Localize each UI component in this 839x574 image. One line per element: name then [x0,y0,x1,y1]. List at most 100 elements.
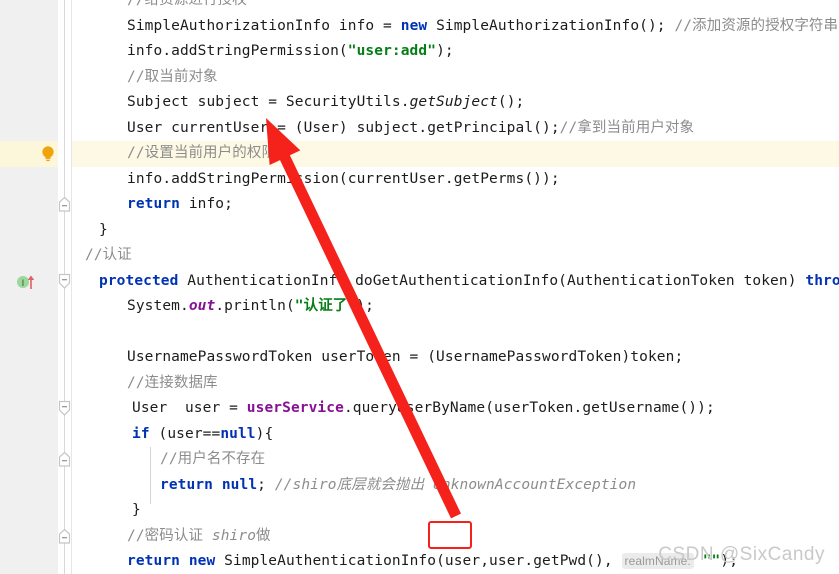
code-token-cmt: //连接数据库 [127,374,218,391]
line-number [0,345,4,371]
code-text-area[interactable]: //给资源进行授权 SimpleAuthorizationInfo info = … [71,0,839,574]
line-number [0,269,4,295]
code-token-plain: User currentUser = (User) subject.getPri… [127,119,560,136]
code-token-kw: null [220,425,256,442]
code-token-plain: (); [497,94,525,110]
code-line[interactable]: //认证 [85,243,132,269]
code-token-kw: new [400,17,428,34]
code-token-plain: SimpleAuthorizationInfo info = [127,17,401,34]
csdn-watermark: CSDN @SixCandy [658,544,825,565]
code-token-kw: return [127,553,180,569]
fold-marker-collapse-icon[interactable] [58,528,71,549]
code-line[interactable]: return new SimpleAuthenticationInfo(user… [127,549,738,574]
line-number [0,422,4,448]
code-token-cmt: //密码认证 [127,527,212,544]
code-token-plain: ); [436,43,454,59]
code-token-plain: SimpleAuthenticationInfo(user,user.getPw… [215,553,622,569]
code-editor[interactable]: //给资源进行授权 SimpleAuthorizationInfo info = … [0,0,839,574]
code-token-mth-i: getSubject [409,94,498,110]
code-line[interactable]: UsernamePasswordToken userToken = (Usern… [127,345,683,371]
fold-marker-collapse-icon[interactable] [58,196,71,217]
code-line[interactable]: info.addStringPermission(currentUser.get… [127,167,560,193]
code-token-plain: System. [127,298,189,314]
code-line[interactable]: //设置当前用户的权限 [127,141,276,167]
fold-marker-collapse-icon[interactable] [58,451,71,472]
code-line[interactable]: System.out.println("认证了"); [127,294,374,320]
code-token-cmt-i: //shiro底层就会抛出 UnknownAccountException [274,476,637,493]
code-token-str: "user:add" [347,43,437,59]
code-line[interactable]: if (user==null){ [132,422,273,448]
code-token-kw: if [132,425,150,442]
code-token-cmt: //给资源进行授权 [127,0,247,8]
code-line[interactable]: //用户名不存在 [160,447,265,473]
code-token-kw: return [127,196,180,212]
fold-marker-expand-icon[interactable] [58,273,71,294]
code-token-plain: info.addStringPermission( [127,43,348,59]
code-token-kw: null [221,476,258,493]
code-token-plain: Subject subject = SecurityUtils. [127,94,410,110]
code-line[interactable]: //取当前对象 [127,65,218,91]
line-number [0,167,4,193]
line-number [0,371,4,397]
code-token-plain: User user = [132,400,247,416]
code-line[interactable]: } [99,218,108,244]
code-token-plain: } [132,502,141,518]
code-token-plain: .queryUserByName(userToken.getUsername()… [343,400,715,416]
line-number [0,294,4,320]
code-line[interactable]: info.addStringPermission("user:add"); [127,39,454,65]
line-number [0,14,4,40]
code-token-kw: new [188,553,216,569]
code-line[interactable]: } [132,498,141,524]
code-line[interactable]: return info; [127,192,233,218]
code-token-plain: } [99,221,108,238]
code-token-fld: userService [246,400,344,416]
code-token-cmt: 做 [256,527,271,544]
line-number [0,396,4,422]
line-number [0,116,4,142]
line-number [0,498,4,524]
code-token-cmt: //添加资源的授权字符串 [674,17,839,34]
fold-marker-expand-icon[interactable] [58,400,71,421]
code-line[interactable]: User currentUser = (User) subject.getPri… [127,116,694,142]
code-token-cmt: //取当前对象 [127,68,218,85]
red-highlight-box [428,521,472,549]
code-line[interactable]: //连接数据库 [127,371,218,397]
line-number [0,473,4,499]
code-token-cmt-i: shiro [211,527,257,544]
code-token-kw: return [160,476,213,493]
code-line[interactable]: Subject subject = SecurityUtils.getSubje… [127,90,524,116]
code-token-plain: ){ [255,425,274,442]
svg-text:I: I [22,279,25,289]
code-token-plain: UsernamePasswordToken userToken = (Usern… [127,349,684,365]
code-line[interactable]: protected AuthenticationInfo doGetAuthen… [99,269,839,295]
code-token-plain: AuthenticationInfo doGetAuthenticationIn… [178,272,806,289]
intention-bulb-icon[interactable] [40,145,56,167]
code-token-kw: protected [99,272,179,289]
line-number [0,320,4,346]
code-token-cmt: //拿到当前用户对象 [559,119,695,136]
code-line[interactable]: //密码认证 shiro做 [127,524,271,550]
code-line[interactable]: //给资源进行授权 [127,0,247,14]
code-token-plain: info.addStringPermission(currentUser.get… [127,170,560,187]
code-token-cmt: //用户名不存在 [160,451,266,467]
line-number [0,218,4,244]
code-line[interactable]: return null; //shiro底层就会抛出 UnknownAccoun… [160,473,636,499]
code-token-str: "认证了" [294,298,357,314]
code-token-plain: (user== [149,425,221,442]
line-number [0,192,4,218]
code-token-plain: .println( [215,298,295,314]
line-number [0,447,4,473]
code-token-plain: info; [179,196,233,212]
code-line[interactable]: SimpleAuthorizationInfo info = new Simpl… [127,14,838,40]
gutter-icon-strip[interactable] [38,0,58,574]
code-token-plain: SimpleAuthorizationInfo(); [427,17,675,34]
code-token-plain: ; [257,476,275,493]
line-number [0,90,4,116]
line-number [0,524,4,550]
line-number [0,549,4,574]
code-token-cmt: //认证 [85,247,132,263]
implementing-method-icon[interactable]: I [16,273,38,295]
code-line[interactable]: User user = userService.queryUserByName(… [132,396,715,422]
